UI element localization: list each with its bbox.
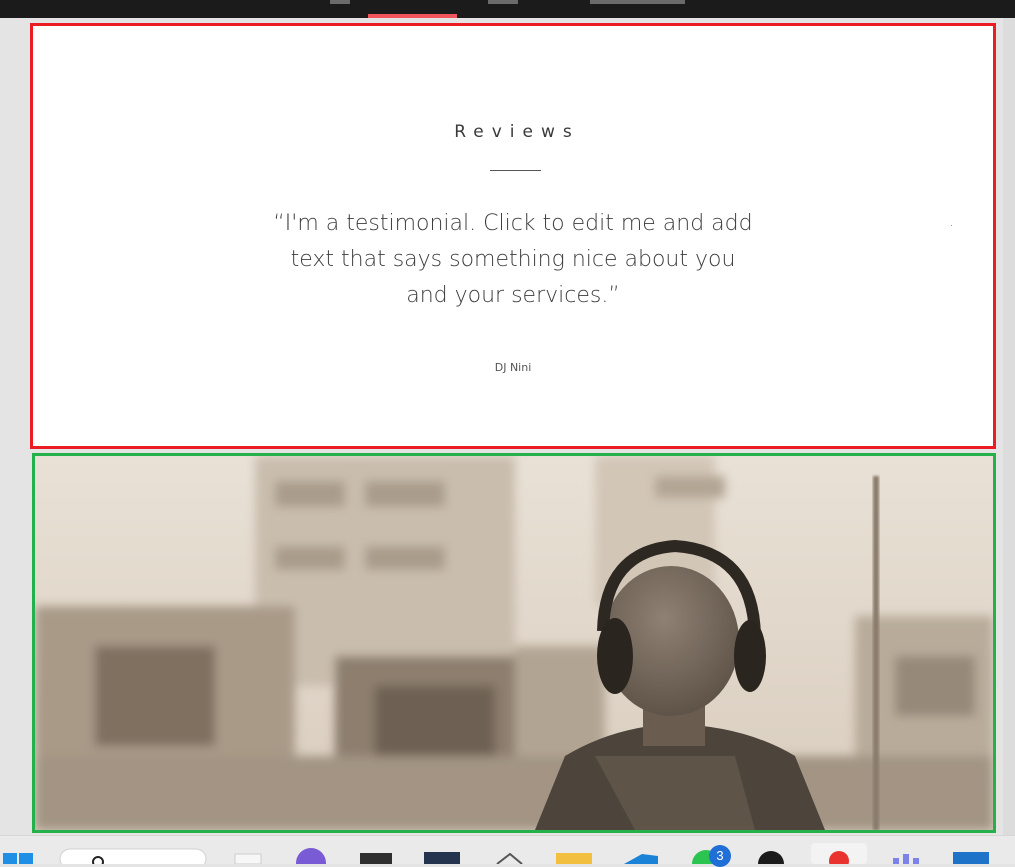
page-scroll-edge <box>1003 18 1015 835</box>
taskbar <box>0 835 1015 864</box>
testimonial-text[interactable]: “I'm a testimonial. Click to edit me and… <box>273 206 753 314</box>
active-nav-indicator[interactable] <box>368 14 457 18</box>
testimonial-author[interactable]: DJ Nini <box>33 361 993 374</box>
hero-image-section[interactable] <box>32 453 996 833</box>
nav-tab[interactable] <box>330 0 350 4</box>
decor-dot <box>951 225 952 226</box>
app-icon[interactable] <box>360 853 392 864</box>
github-icon[interactable] <box>758 851 784 864</box>
search-box[interactable] <box>59 848 207 864</box>
notification-badge: 3 <box>709 845 731 867</box>
title-divider <box>490 170 541 171</box>
browser-icon[interactable] <box>953 852 989 864</box>
folder-icon[interactable] <box>556 853 592 864</box>
copilot-icon[interactable] <box>296 848 326 864</box>
windows-start-icon[interactable] <box>3 853 33 864</box>
taskbar-icons <box>3 843 989 864</box>
nav-tab[interactable] <box>590 0 685 4</box>
top-navigation-bar <box>0 0 1015 18</box>
reviews-section[interactable]: Reviews “I'm a testimonial. Click to edi… <box>30 23 996 449</box>
media-icon[interactable] <box>424 852 460 864</box>
nav-tab[interactable] <box>488 0 518 4</box>
person-with-headphones-photo <box>35 456 993 830</box>
reviews-title: Reviews <box>454 122 580 142</box>
